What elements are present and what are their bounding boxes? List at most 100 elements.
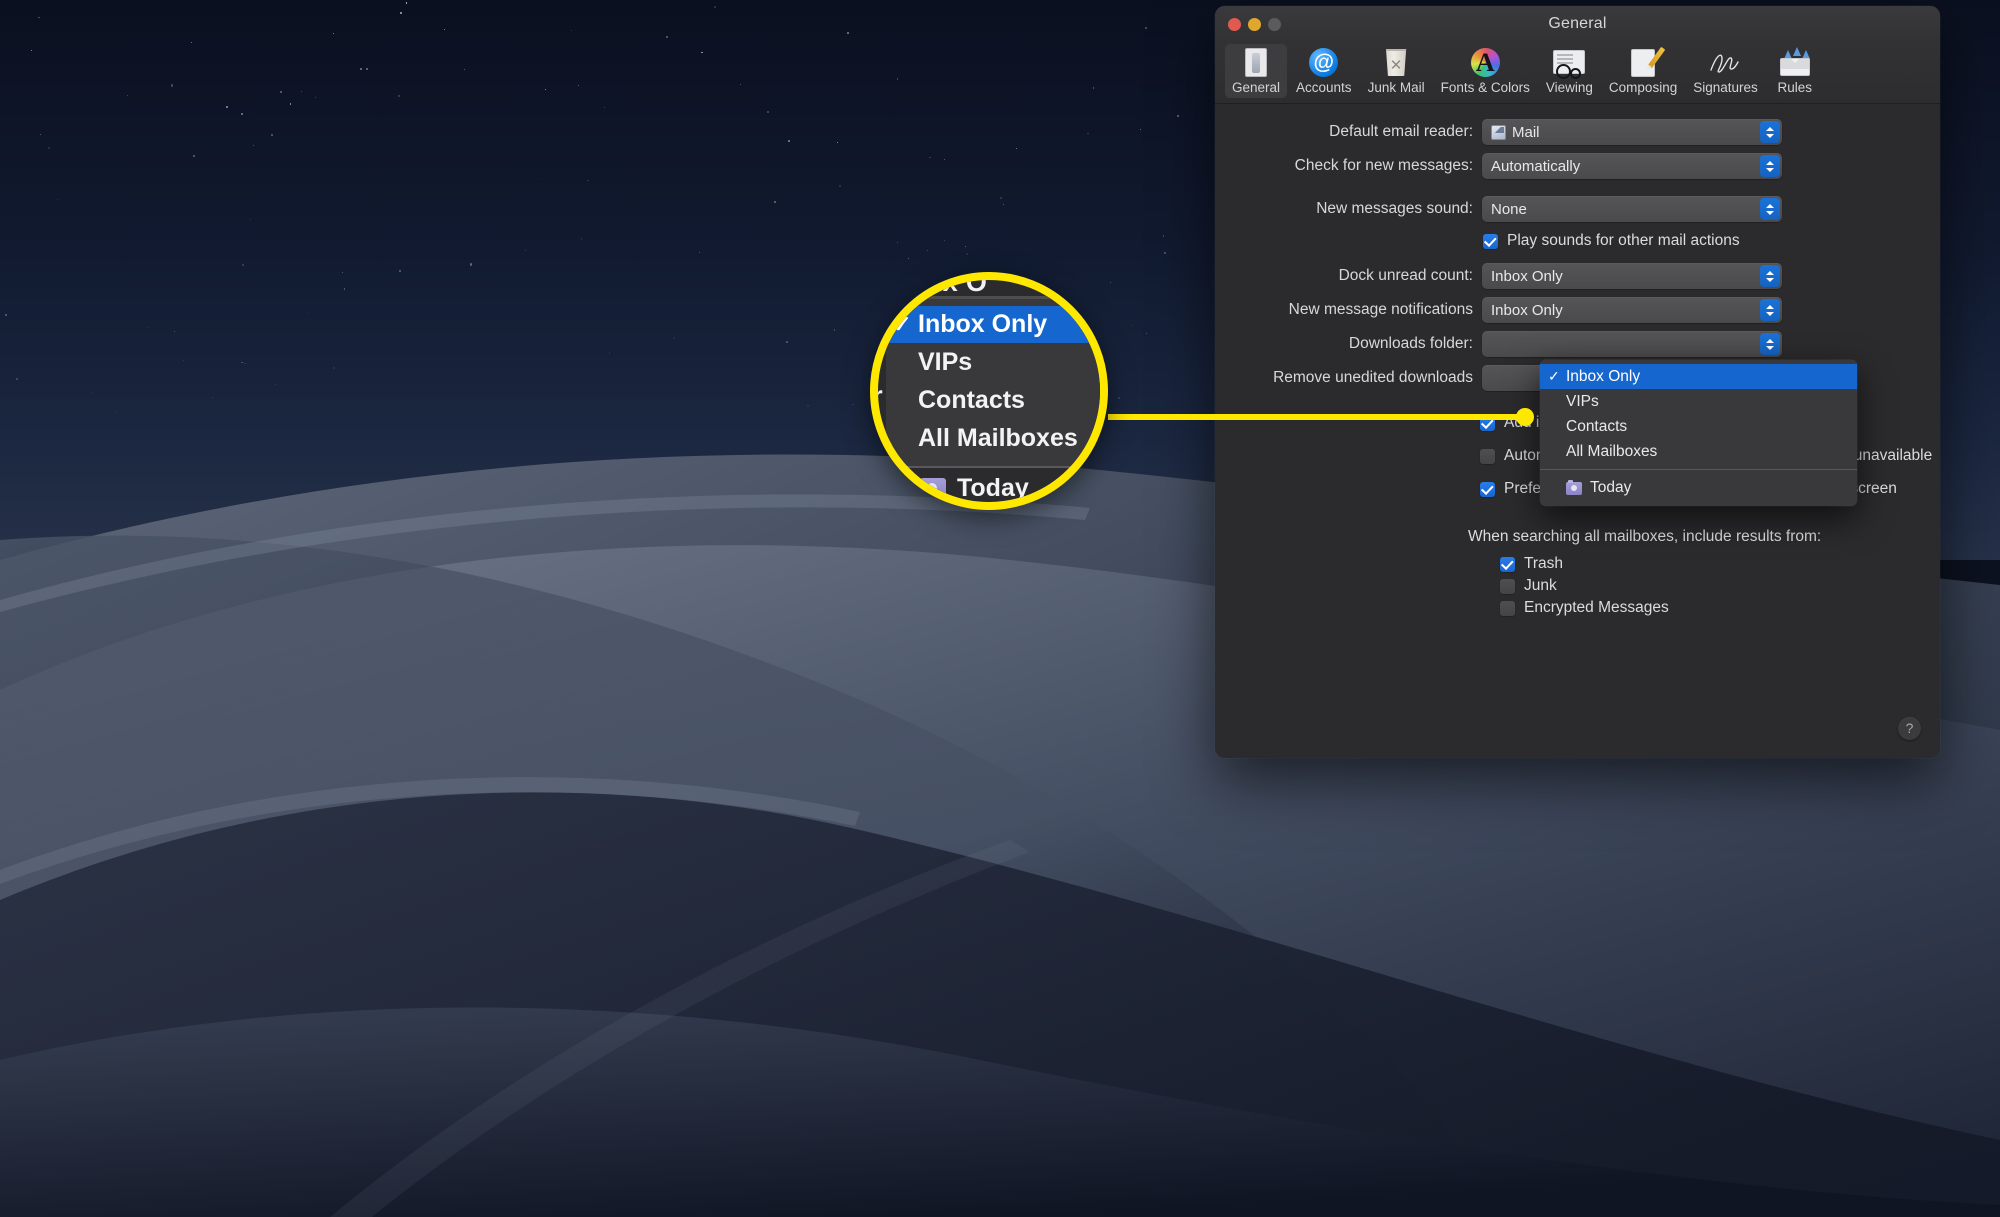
toolbar-item-accounts[interactable]: @ Accounts	[1289, 44, 1359, 98]
window-title: General	[1548, 15, 1607, 32]
new-messages-sound-value: None	[1491, 200, 1527, 218]
magnifier-item-contacts-label: Contacts	[918, 386, 1025, 414]
accounts-at-icon: @	[1307, 46, 1341, 79]
row-new-message-notifications: New message notifications Inbox Only	[1215, 297, 1915, 323]
toolbar-item-composing[interactable]: Composing	[1602, 44, 1684, 98]
row-default-email-reader: Default email reader: Mail	[1215, 119, 1915, 145]
toolbar-label-viewing: Viewing	[1545, 80, 1593, 95]
new-message-notifications-value: Inbox Only	[1491, 301, 1563, 319]
label-dock-unread-count: Dock unread count:	[1338, 267, 1473, 284]
magnifier-item-all-mailboxes: All Mailboxes	[886, 420, 1100, 457]
signatures-icon	[1708, 46, 1742, 79]
row-search-encrypted[interactable]: Encrypted Messages	[1500, 599, 1669, 617]
toolbar-label-fonts-colors: Fonts & Colors	[1440, 80, 1530, 95]
mail-app-icon	[1491, 124, 1506, 140]
toolbar-item-fonts-colors[interactable]: Fonts & Colors	[1434, 44, 1537, 98]
viewing-glasses-icon	[1552, 46, 1586, 79]
magnifier-item-today: Today	[920, 474, 1029, 502]
menu-item-contacts[interactable]: Contacts	[1540, 414, 1857, 439]
menu-item-all-mailboxes[interactable]: All Mailboxes	[1540, 439, 1857, 464]
check-for-new-messages-popup[interactable]: Automatically	[1482, 153, 1782, 179]
search-encrypted-checkbox[interactable]	[1500, 600, 1515, 616]
dock-unread-count-value: Inbox Only	[1491, 267, 1563, 285]
screen: General General @ Accounts Junk Mail Fon…	[0, 0, 2000, 1217]
new-message-notifications-stepper[interactable]	[1760, 299, 1780, 321]
menu-item-today[interactable]: Today	[1540, 474, 1857, 502]
magnifier-checkmark-icon: ✓	[892, 311, 912, 337]
label-default-email-reader: Default email reader:	[1329, 123, 1473, 140]
window-titlebar[interactable]: General	[1215, 6, 1940, 42]
callout-endpoint-dot	[1516, 408, 1534, 426]
new-messages-sound-stepper[interactable]	[1760, 198, 1780, 220]
label-new-message-notifications: New message notifications	[1288, 301, 1473, 318]
today-folder-icon	[1566, 479, 1582, 495]
menu-checkmark-icon: ✓	[1548, 368, 1560, 384]
toolbar-label-signatures: Signatures	[1693, 80, 1758, 95]
label-new-messages-sound: New messages sound:	[1316, 200, 1473, 217]
help-button[interactable]: ?	[1898, 717, 1921, 740]
search-junk-checkbox[interactable]	[1500, 578, 1515, 594]
junk-mail-trash-icon	[1379, 46, 1413, 79]
toolbar-label-composing: Composing	[1608, 80, 1678, 95]
new-messages-sound-popup[interactable]: None	[1482, 196, 1782, 222]
magnifier-item-inbox-only: ✓ Inbox Only	[886, 306, 1100, 343]
rules-envelope-icon	[1778, 46, 1812, 79]
label-check-for-new-messages: Check for new messages:	[1294, 157, 1473, 174]
default-email-reader-value: Mail	[1512, 123, 1540, 141]
search-trash-checkbox[interactable]	[1500, 556, 1515, 572]
magnifier-item-vips: VIPs	[886, 344, 1100, 381]
menu-separator	[1540, 469, 1857, 470]
magnifier-item-contacts: Contacts	[886, 382, 1100, 419]
default-email-reader-stepper[interactable]	[1760, 121, 1780, 143]
magnifier-callout: ox O er ✓ Inbox Only VIPs Contacts All M…	[870, 272, 1108, 510]
row-play-sounds[interactable]: Play sounds for other mail actions	[1483, 232, 1740, 250]
play-sounds-checkbox[interactable]	[1483, 233, 1498, 249]
magnifier-item-all-mailboxes-label: All Mailboxes	[918, 424, 1078, 452]
menu-item-all-mailboxes-label: All Mailboxes	[1566, 442, 1658, 460]
magnifier-content: ox O er ✓ Inbox Only VIPs Contacts All M…	[878, 280, 1100, 502]
search-junk-label: Junk	[1524, 577, 1557, 594]
search-encrypted-label: Encrypted Messages	[1524, 599, 1669, 616]
check-for-new-messages-value: Automatically	[1491, 157, 1581, 175]
general-icon	[1239, 46, 1273, 79]
toolbar-label-accounts: Accounts	[1296, 80, 1352, 95]
row-search-junk[interactable]: Junk	[1500, 577, 1557, 595]
toolbar-label-general: General	[1232, 80, 1281, 95]
downloads-folder-popup[interactable]	[1482, 331, 1782, 357]
label-remove-unedited-downloads: Remove unedited downloads	[1273, 369, 1473, 386]
magnifier-partial-left-text: er	[872, 380, 883, 410]
magnifier-item-inbox-only-label: Inbox Only	[918, 310, 1048, 338]
dock-unread-count-popup[interactable]: Inbox Only	[1482, 263, 1782, 289]
row-check-for-new-messages: Check for new messages: Automatically	[1215, 153, 1915, 179]
toolbar-item-rules[interactable]: Rules	[1767, 44, 1823, 98]
magnifier-menu-separator	[886, 466, 1100, 468]
row-downloads-folder: Downloads folder:	[1215, 331, 1915, 357]
new-message-notifications-popup[interactable]: Inbox Only	[1482, 297, 1782, 323]
search-section-title: When searching all mailboxes, include re…	[1468, 528, 1822, 545]
toolbar-item-viewing[interactable]: Viewing	[1539, 44, 1600, 98]
toolbar-item-signatures[interactable]: Signatures	[1686, 44, 1765, 98]
downloads-folder-stepper[interactable]	[1760, 333, 1780, 355]
prefer-split-view-checkbox[interactable]	[1480, 481, 1495, 497]
preferences-toolbar: General @ Accounts Junk Mail Fonts & Col…	[1215, 42, 1940, 104]
auto-try-sending-checkbox[interactable]	[1480, 448, 1495, 464]
dock-unread-count-stepper[interactable]	[1760, 265, 1780, 287]
fonts-colors-icon	[1468, 46, 1502, 79]
magnifier-item-today-label: Today	[957, 474, 1029, 502]
toolbar-label-rules: Rules	[1777, 80, 1813, 95]
menu-item-inbox-only-label: Inbox Only	[1566, 367, 1641, 385]
new-message-notifications-menu[interactable]: ✓ Inbox Only VIPs Contacts All Mailboxes…	[1540, 360, 1857, 506]
toolbar-item-junk-mail[interactable]: Junk Mail	[1361, 44, 1432, 98]
check-for-new-messages-stepper[interactable]	[1760, 155, 1780, 177]
magnifier-today-folder-icon	[920, 478, 946, 499]
toolbar-item-general[interactable]: General	[1225, 44, 1288, 98]
menu-item-vips-label: VIPs	[1566, 392, 1599, 410]
row-new-messages-sound: New messages sound: None	[1215, 196, 1915, 222]
menu-item-inbox-only[interactable]: ✓ Inbox Only	[1540, 364, 1857, 389]
default-email-reader-popup[interactable]: Mail	[1482, 119, 1782, 145]
row-search-trash[interactable]: Trash	[1500, 555, 1563, 573]
search-trash-label: Trash	[1524, 555, 1564, 572]
callout-leader-line	[1108, 414, 1528, 420]
menu-item-vips[interactable]: VIPs	[1540, 389, 1857, 414]
toolbar-label-junk-mail: Junk Mail	[1367, 80, 1425, 95]
